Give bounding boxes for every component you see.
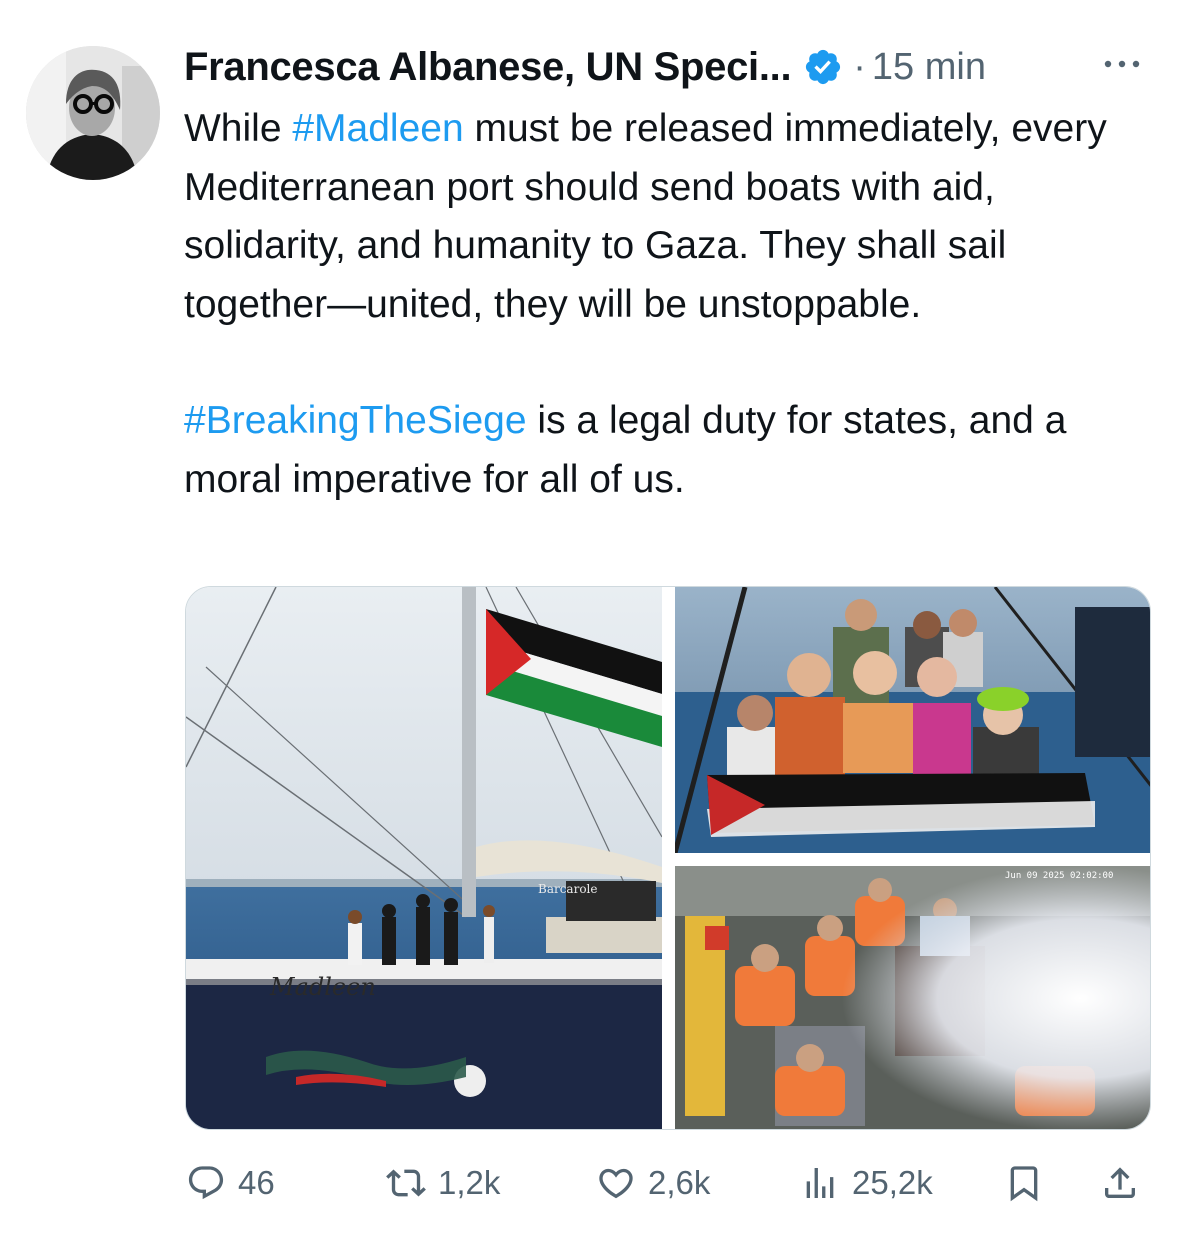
tweet-header: Francesca Albanese, UN Speci... · 15 min (184, 42, 1154, 92)
tweet-timestamp[interactable]: 15 min (872, 46, 986, 89)
tweet-paragraph: While #Madleen must be released immediat… (184, 100, 1144, 334)
media-grid: Barcarole Madleen Jun 09 2025 02:02:00 (185, 586, 1151, 1130)
repost-count: 1,2k (438, 1164, 501, 1201)
tweet-paragraph: #BreakingTheSiege is a legal duty for st… (184, 392, 1144, 509)
more-options-icon[interactable] (1100, 52, 1144, 76)
media-photo-group[interactable] (675, 587, 1150, 853)
verified-badge-icon[interactable] (803, 47, 843, 87)
boat-photo: Barcarole Madleen (186, 587, 662, 1129)
views-icon (806, 1168, 834, 1198)
repost-button[interactable]: 1,2k (386, 1156, 500, 1210)
reply-count: 46 (238, 1164, 275, 1201)
share-button[interactable] (1100, 1156, 1140, 1210)
views-count: 25,2k (852, 1164, 933, 1201)
group-photo (675, 587, 1150, 853)
repost-icon (386, 1169, 426, 1197)
tweet-action-bar: 46 1,2k 2,6k 25,2k (186, 1156, 1146, 1210)
reply-button[interactable]: 46 (186, 1156, 275, 1210)
heart-icon (599, 1168, 633, 1199)
views-button[interactable]: 25,2k (800, 1156, 933, 1210)
hull-name-label: Madleen (269, 973, 376, 1001)
bookmark-icon (1010, 1166, 1038, 1202)
author-name[interactable]: Francesca Albanese, UN Speci... (184, 45, 792, 90)
reply-icon (188, 1166, 224, 1200)
media-photo-cabin[interactable]: Jun 09 2025 02:02:00 (675, 866, 1150, 1129)
boat-name-label: Barcarole (538, 882, 597, 896)
like-count: 2,6k (648, 1164, 711, 1201)
bookmark-button[interactable] (1004, 1156, 1044, 1210)
share-icon (1105, 1167, 1135, 1198)
like-button[interactable]: 2,6k (596, 1156, 710, 1210)
tweet-body: While #Madleen must be released immediat… (184, 100, 1144, 509)
header-separator: · (853, 45, 866, 88)
tweet-text-segment: While (184, 107, 293, 150)
hashtag-link[interactable]: #Madleen (292, 107, 463, 150)
media-photo-boat[interactable]: Barcarole Madleen (186, 587, 662, 1129)
hashtag-link[interactable]: #BreakingTheSiege (184, 399, 527, 442)
author-avatar[interactable] (26, 46, 160, 180)
cctv-timestamp: Jun 09 2025 02:02:00 (1005, 871, 1113, 881)
avatar-photo (26, 46, 160, 180)
cabin-photo: Jun 09 2025 02:02:00 (675, 866, 1150, 1129)
